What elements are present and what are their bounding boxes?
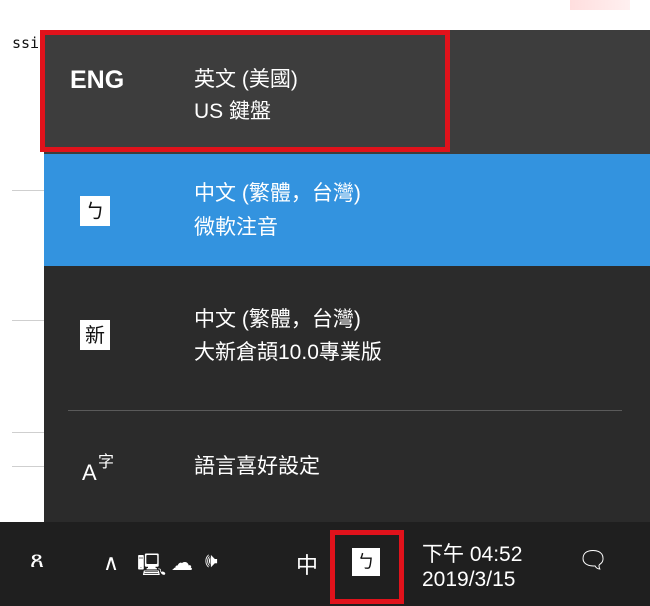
language-name: 中文 (繁體，台灣) <box>194 182 361 205</box>
language-item-chinese-dayi[interactable]: 新 中文 (繁體，台灣) 大新倉頡10.0專業版 <box>44 266 650 408</box>
show-hidden-icons-chevron-icon[interactable]: ∧ <box>103 550 119 576</box>
language-settings-icon: A <box>82 460 97 485</box>
language-name: 中文 (繁體，台灣) <box>194 308 361 331</box>
volume-icon[interactable]: 🕪 <box>205 550 218 573</box>
network-icon[interactable]: 🖳 <box>137 548 166 586</box>
clock-time[interactable]: 下午 04:52 <box>422 538 522 568</box>
people-icon[interactable]: ጸ <box>30 546 44 574</box>
eng-highlight-box <box>40 30 450 152</box>
action-center-icon[interactable]: 🗨 <box>578 546 608 575</box>
background-rule <box>12 466 48 467</box>
keyboard-name: 微軟注音 <box>194 216 278 239</box>
language-settings-icon-char: 字 <box>98 454 115 471</box>
background-rule <box>12 190 48 191</box>
background-mark <box>570 0 630 10</box>
language-preferences-label: 語言喜好設定 <box>194 455 320 478</box>
language-item-chinese-zhuyin[interactable]: ㄅ 中文 (繁體，台灣) 微軟注音 <box>44 154 650 266</box>
taskbar: ጸ ∧ 🖳 ☁ 🕪 中 ㄅ 下午 04:52 2019/3/15 🗨 <box>0 522 650 606</box>
background-text: ssi <box>12 34 40 52</box>
flyout-divider <box>68 410 622 411</box>
input-indicator-highlight-box <box>330 530 404 604</box>
ime-mode-indicator[interactable]: 中 <box>296 548 318 580</box>
onedrive-cloud-icon[interactable]: ☁ <box>171 550 193 576</box>
dayi-ime-icon: 新 <box>80 320 110 350</box>
zhuyin-ime-icon: ㄅ <box>80 196 110 226</box>
clock-date[interactable]: 2019/3/15 <box>422 568 515 592</box>
keyboard-name: 大新倉頡10.0專業版 <box>194 341 382 364</box>
background-rule <box>12 320 48 321</box>
language-preferences-link[interactable]: A 字 語言喜好設定 <box>44 412 650 522</box>
background-rule <box>12 432 48 433</box>
